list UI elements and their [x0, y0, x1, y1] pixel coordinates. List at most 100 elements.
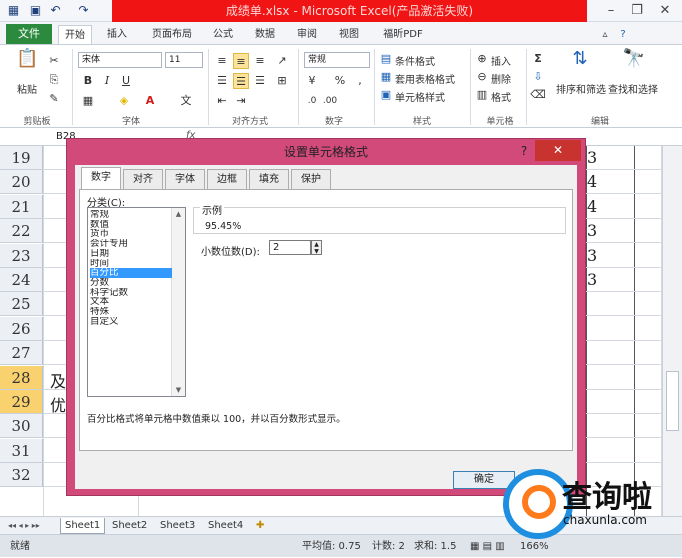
tab-review[interactable]: 审阅: [290, 25, 324, 44]
row-header[interactable]: 24: [0, 268, 43, 292]
category-item[interactable]: 日期: [90, 249, 172, 259]
decrease-decimal-icon[interactable]: .00: [322, 93, 338, 109]
format-painter-icon[interactable]: ✎: [46, 91, 62, 107]
row-header[interactable]: 31: [0, 438, 43, 463]
row-header[interactable]: 19: [0, 146, 43, 170]
sort-filter-button[interactable]: 排序和筛选: [556, 81, 606, 96]
decrease-indent-icon[interactable]: ⇤: [214, 93, 230, 109]
category-item[interactable]: 会计专用: [90, 239, 172, 249]
tab-font[interactable]: 字体: [165, 169, 205, 189]
increase-indent-icon[interactable]: ⇥: [233, 93, 249, 109]
cell-styles-button[interactable]: 单元格样式: [395, 89, 445, 104]
file-tab[interactable]: 文件: [6, 24, 52, 44]
paste-button[interactable]: 粘贴: [17, 81, 37, 96]
row-header[interactable]: 28: [0, 365, 43, 390]
currency-icon[interactable]: ¥: [304, 73, 320, 89]
scroll-thumb[interactable]: [666, 371, 679, 431]
dialog-close-button[interactable]: ✕: [535, 140, 581, 161]
underline-button[interactable]: U: [118, 73, 134, 89]
minimize-button[interactable]: –: [598, 1, 624, 21]
scroll-down-icon[interactable]: ▼: [172, 386, 185, 394]
category-item[interactable]: 货币: [90, 229, 172, 239]
italic-button[interactable]: I: [99, 73, 115, 89]
phonetic-icon[interactable]: 文: [178, 93, 194, 109]
cell-a[interactable]: 优: [50, 392, 66, 416]
tab-page-layout[interactable]: 页面布局: [146, 25, 198, 44]
align-left-icon[interactable]: ☰: [214, 73, 230, 89]
paste-icon[interactable]: 📋: [16, 50, 38, 73]
insert-cells-icon[interactable]: ⊕: [474, 51, 490, 67]
cell-score[interactable]: 4: [587, 197, 597, 216]
find-select-icon[interactable]: 🔭: [622, 50, 646, 75]
category-item[interactable]: 分数: [90, 278, 172, 288]
row-header[interactable]: 32: [0, 463, 43, 488]
category-item[interactable]: 自定义: [90, 317, 172, 327]
restore-button[interactable]: ❐: [624, 1, 650, 21]
row-header[interactable]: 26: [0, 316, 43, 341]
fill-color-icon[interactable]: ◈: [116, 93, 132, 109]
vertical-scrollbar[interactable]: [662, 146, 682, 516]
tab-protection[interactable]: 保护: [291, 169, 331, 189]
insert-cells-button[interactable]: 插入: [491, 53, 511, 68]
format-cells-icon[interactable]: ▥: [474, 87, 490, 103]
cell-score[interactable]: 3: [587, 148, 597, 167]
orientation-icon[interactable]: ↗: [274, 53, 290, 69]
delete-cells-icon[interactable]: ⊖: [474, 69, 490, 85]
cell-score[interactable]: 3: [587, 221, 597, 240]
row-header[interactable]: 30: [0, 414, 43, 439]
sheet-tab-2[interactable]: Sheet2: [108, 518, 151, 534]
row-header[interactable]: 20: [0, 170, 43, 195]
row-header[interactable]: 25: [0, 292, 43, 317]
view-buttons[interactable]: ▦ ▤ ▥: [470, 535, 505, 558]
category-item[interactable]: 百分比: [90, 268, 172, 279]
category-list[interactable]: ▲ ▼ 常规 数值 货币 会计专用 日期 时间 百分比 分数 科学记数 文本 特殊 自定义: [87, 207, 186, 397]
row-header[interactable]: 29: [0, 390, 43, 414]
autosum-button[interactable]: Σ: [530, 51, 546, 67]
format-as-table-icon[interactable]: ▦: [378, 69, 394, 85]
conditional-format-icon[interactable]: ▤: [378, 51, 394, 67]
sheet-tab-3[interactable]: Sheet3: [156, 518, 199, 534]
percent-button[interactable]: %: [332, 73, 348, 89]
clear-icon[interactable]: ⌫: [530, 87, 546, 103]
tab-home[interactable]: 开始: [58, 25, 92, 44]
decimal-places-spinner[interactable]: ▲ ▼: [311, 240, 322, 255]
close-button[interactable]: ✕: [652, 1, 678, 21]
category-scrollbar[interactable]: ▲ ▼: [171, 208, 185, 396]
decimal-places-input[interactable]: 2: [269, 240, 311, 255]
tab-fill[interactable]: 填充: [249, 169, 289, 189]
category-item[interactable]: 特殊: [90, 307, 172, 317]
cell-a[interactable]: 及: [50, 368, 66, 392]
format-cells-button[interactable]: 格式: [491, 89, 511, 104]
undo-icon[interactable]: ↶: [48, 3, 63, 18]
dialog-help-button[interactable]: ?: [515, 141, 533, 161]
ribbon-collapse-icon[interactable]: ▵: [598, 25, 612, 44]
align-bottom-icon[interactable]: ≡: [252, 53, 268, 69]
comma-button[interactable]: ,: [352, 73, 368, 89]
font-size-combo[interactable]: 11: [165, 52, 203, 68]
borders-icon[interactable]: ▦: [80, 93, 96, 109]
align-center-icon[interactable]: ☰: [233, 73, 249, 89]
sheet-tab-1[interactable]: Sheet1: [60, 518, 106, 534]
cut-icon[interactable]: ✂: [46, 53, 62, 69]
ok-button[interactable]: 确定: [453, 471, 515, 489]
help-icon[interactable]: ?: [616, 25, 630, 44]
sort-filter-icon[interactable]: ⇅: [568, 50, 592, 75]
save-icon[interactable]: ▣: [28, 3, 43, 18]
number-format-combo[interactable]: 常规: [304, 52, 370, 68]
redo-icon[interactable]: ↷: [76, 3, 91, 18]
increase-decimal-icon[interactable]: .0: [304, 93, 320, 109]
cell-score[interactable]: 3: [587, 246, 597, 265]
tab-formulas[interactable]: 公式: [206, 25, 240, 44]
fill-icon[interactable]: ⇩: [530, 69, 546, 85]
insert-sheet-icon[interactable]: ✚: [252, 518, 268, 534]
font-name-combo[interactable]: 宋体: [78, 52, 162, 68]
tab-view[interactable]: 视图: [332, 25, 366, 44]
cell-styles-icon[interactable]: ▣: [378, 87, 394, 103]
align-middle-icon[interactable]: ≡: [233, 53, 249, 69]
category-item[interactable]: 科学记数: [90, 288, 172, 298]
merge-icon[interactable]: ⊞: [274, 73, 290, 89]
category-item[interactable]: 文本: [90, 297, 172, 307]
tab-foxit-pdf[interactable]: 福昕PDF: [376, 25, 430, 44]
row-header[interactable]: 27: [0, 341, 43, 366]
category-item[interactable]: 数值: [90, 220, 172, 230]
